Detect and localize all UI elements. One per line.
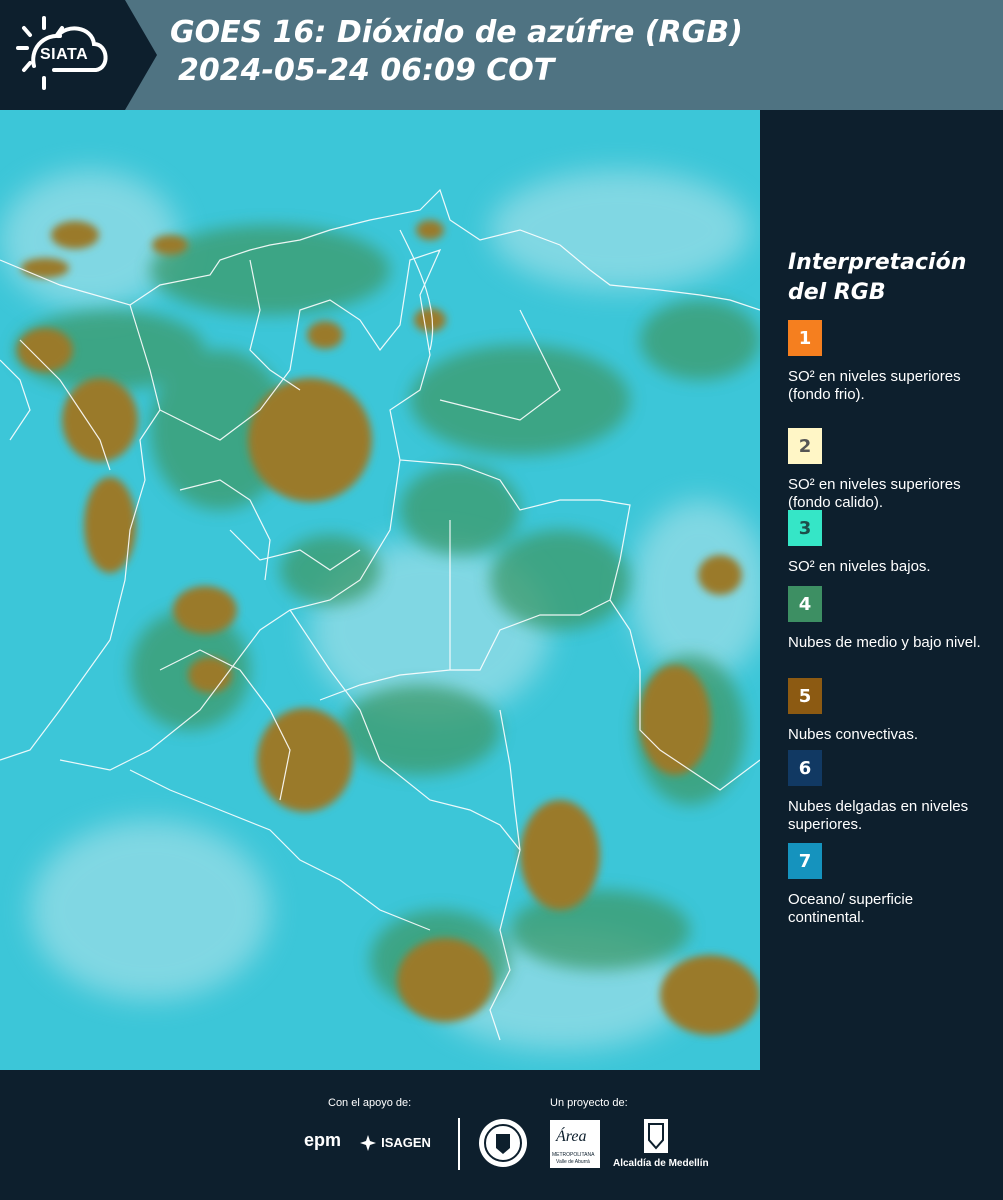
legend-swatch: 3	[788, 510, 822, 546]
isagen-logo: ISAGEN	[360, 1132, 431, 1151]
legend-item: 4 Nubes de medio y bajo nivel.	[788, 586, 993, 652]
siata-logo-text: SIATA	[40, 46, 89, 63]
legend-item: 1 SO² en niveles superiores (fondo frio).	[788, 320, 993, 404]
alcaldia-text: Alcaldía de Medellín	[613, 1158, 709, 1169]
satellite-map	[0, 110, 760, 1070]
title-line-2: 2024-05-24 06:09 COT	[178, 53, 555, 88]
satellite-image	[0, 110, 760, 1070]
legend-title: Interpretación del RGB	[788, 248, 966, 308]
title-line-1: GOES 16: Dióxido de azúfre (RGB)	[170, 15, 743, 50]
legend-swatch: 6	[788, 750, 822, 786]
legend-item: 6 Nubes delgadas en niveles superiores.	[788, 750, 993, 834]
legend-swatch: 5	[788, 678, 822, 714]
legend-swatch: 7	[788, 843, 822, 879]
legend-swatch: 1	[788, 320, 822, 356]
legend-description: SO² en niveles superiores (fondo calido)…	[788, 476, 961, 511]
legend-item: 7 Oceano/ superficie continental.	[788, 843, 993, 927]
footer-separator	[458, 1118, 460, 1170]
legend-title-line-1: Interpretación	[788, 250, 967, 275]
legend-description: SO² en niveles bajos.	[788, 558, 931, 575]
legend-title-line-2: del RGB	[788, 280, 886, 305]
area-sub-2: Valle de Aburrá	[556, 1159, 590, 1165]
support-label: Con el apoyo de:	[328, 1097, 412, 1109]
area-name: Área	[556, 1128, 587, 1145]
legend-item: 3 SO² en niveles bajos.	[788, 510, 993, 576]
legend-item: 2 SO² en niveles superiores (fondo calido…	[788, 428, 993, 512]
project-label: Un proyecto de:	[550, 1097, 628, 1109]
legend-description: Nubes convectivas.	[788, 726, 919, 743]
legend-swatch: 2	[788, 428, 822, 464]
legend-swatch: 4	[788, 586, 822, 622]
legend-description: Nubes delgadas en niveles superiores.	[788, 798, 969, 833]
legend-description: Nubes de medio y bajo nivel.	[788, 634, 981, 651]
legend-item: 5 Nubes convectivas.	[788, 678, 993, 744]
isagen-star-icon	[360, 1134, 376, 1151]
legend-panel: Interpretación del RGB 1 SO² en niveles s…	[760, 110, 1003, 1070]
epm-logo: epm	[304, 1130, 342, 1150]
legend-description: Oceano/ superficie continental.	[788, 891, 914, 926]
alcaldia-shield-icon	[644, 1119, 668, 1153]
legend-description: SO² en niveles superiores (fondo frio).	[788, 368, 961, 403]
area-metropolitana-logo: Área METROPOLITANA Valle de Aburrá	[550, 1120, 600, 1168]
area-sub-1: METROPOLITANA	[552, 1152, 595, 1158]
page-title: GOES 16: Dióxido de azúfre (RGB) 2024-05…	[170, 14, 743, 90]
siata-logo-box: SIATA	[0, 0, 125, 110]
logo-arrow	[125, 0, 157, 110]
isagen-text: ISAGEN	[381, 1135, 431, 1150]
header-bar: SIATA GOES 16: Dióxido de azúfre (RGB) 2…	[0, 0, 1003, 110]
medellin-seal-icon	[479, 1119, 527, 1167]
